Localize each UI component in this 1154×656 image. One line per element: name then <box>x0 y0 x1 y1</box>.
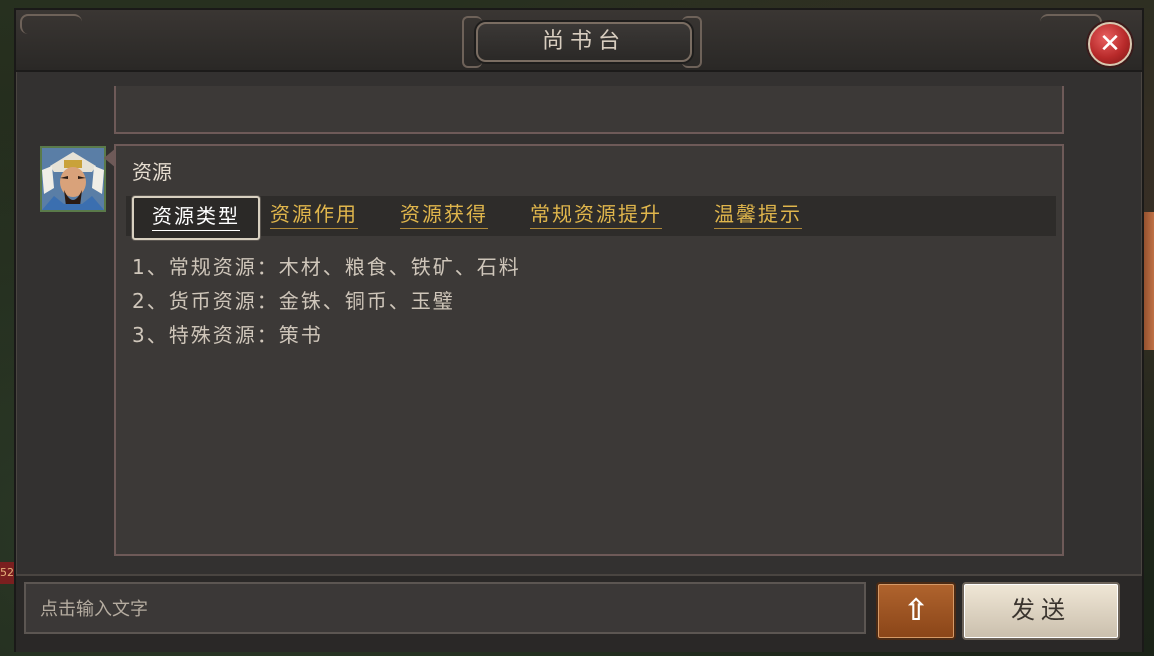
title-plate: 尚书台 <box>462 16 702 68</box>
tab-label: 资源作用 <box>270 202 358 229</box>
chat-input-bar: 点击输入文字 ⇧ 发送 <box>16 574 1142 652</box>
message-card: 资源 资源类型 资源作用 资源获得 常规资源提升 温馨提示 1、常规资源：木材、… <box>104 144 1064 556</box>
close-button[interactable]: ✕ <box>1088 22 1132 66</box>
card-heading: 资源 <box>132 160 172 184</box>
arrow-up-icon: ⇧ <box>903 593 929 628</box>
topic-tabs: 资源类型 资源作用 资源获得 常规资源提升 温馨提示 <box>126 196 1056 240</box>
resource-type-list: 1、常规资源：木材、粮食、铁矿、石料 2、货币资源：金铢、铜币、玉璧 3、特殊资… <box>132 250 521 352</box>
tab-tips[interactable]: 温馨提示 <box>714 196 802 236</box>
tab-resource-acquisition[interactable]: 资源获得 <box>400 196 488 236</box>
chat-input[interactable]: 点击输入文字 <box>24 582 866 634</box>
tab-label: 常规资源提升 <box>530 202 662 229</box>
advisor-avatar <box>40 146 106 212</box>
list-item: 3、特殊资源：策书 <box>132 323 323 347</box>
window-title: 尚书台 <box>541 29 626 54</box>
speech-pointer <box>104 148 116 168</box>
tab-label: 温馨提示 <box>714 202 802 229</box>
close-icon: ✕ <box>1099 29 1121 59</box>
previous-message-card <box>114 86 1064 134</box>
shangshutai-window: 尚书台 ✕ 资源 资源类型 资源作用 资源获得 常规资源提升 温馨提示 1、常规… <box>14 8 1144 652</box>
corner-ornament-left <box>20 14 82 34</box>
scroll-up-button[interactable]: ⇧ <box>876 582 956 640</box>
tab-label: 资源获得 <box>400 202 488 229</box>
general-portrait-icon <box>42 148 104 210</box>
tab-resource-usage[interactable]: 资源作用 <box>270 196 358 236</box>
list-item: 1、常规资源：木材、粮食、铁矿、石料 <box>132 255 521 279</box>
title-plate-inner: 尚书台 <box>476 22 692 62</box>
list-item: 2、货币资源：金铢、铜币、玉璧 <box>132 289 455 313</box>
tab-label: 资源类型 <box>152 204 240 231</box>
tab-regular-resource-boost[interactable]: 常规资源提升 <box>530 196 662 236</box>
tab-resource-types[interactable]: 资源类型 <box>132 196 260 240</box>
titlebar: 尚书台 ✕ <box>16 10 1142 72</box>
send-button[interactable]: 发送 <box>962 582 1120 640</box>
